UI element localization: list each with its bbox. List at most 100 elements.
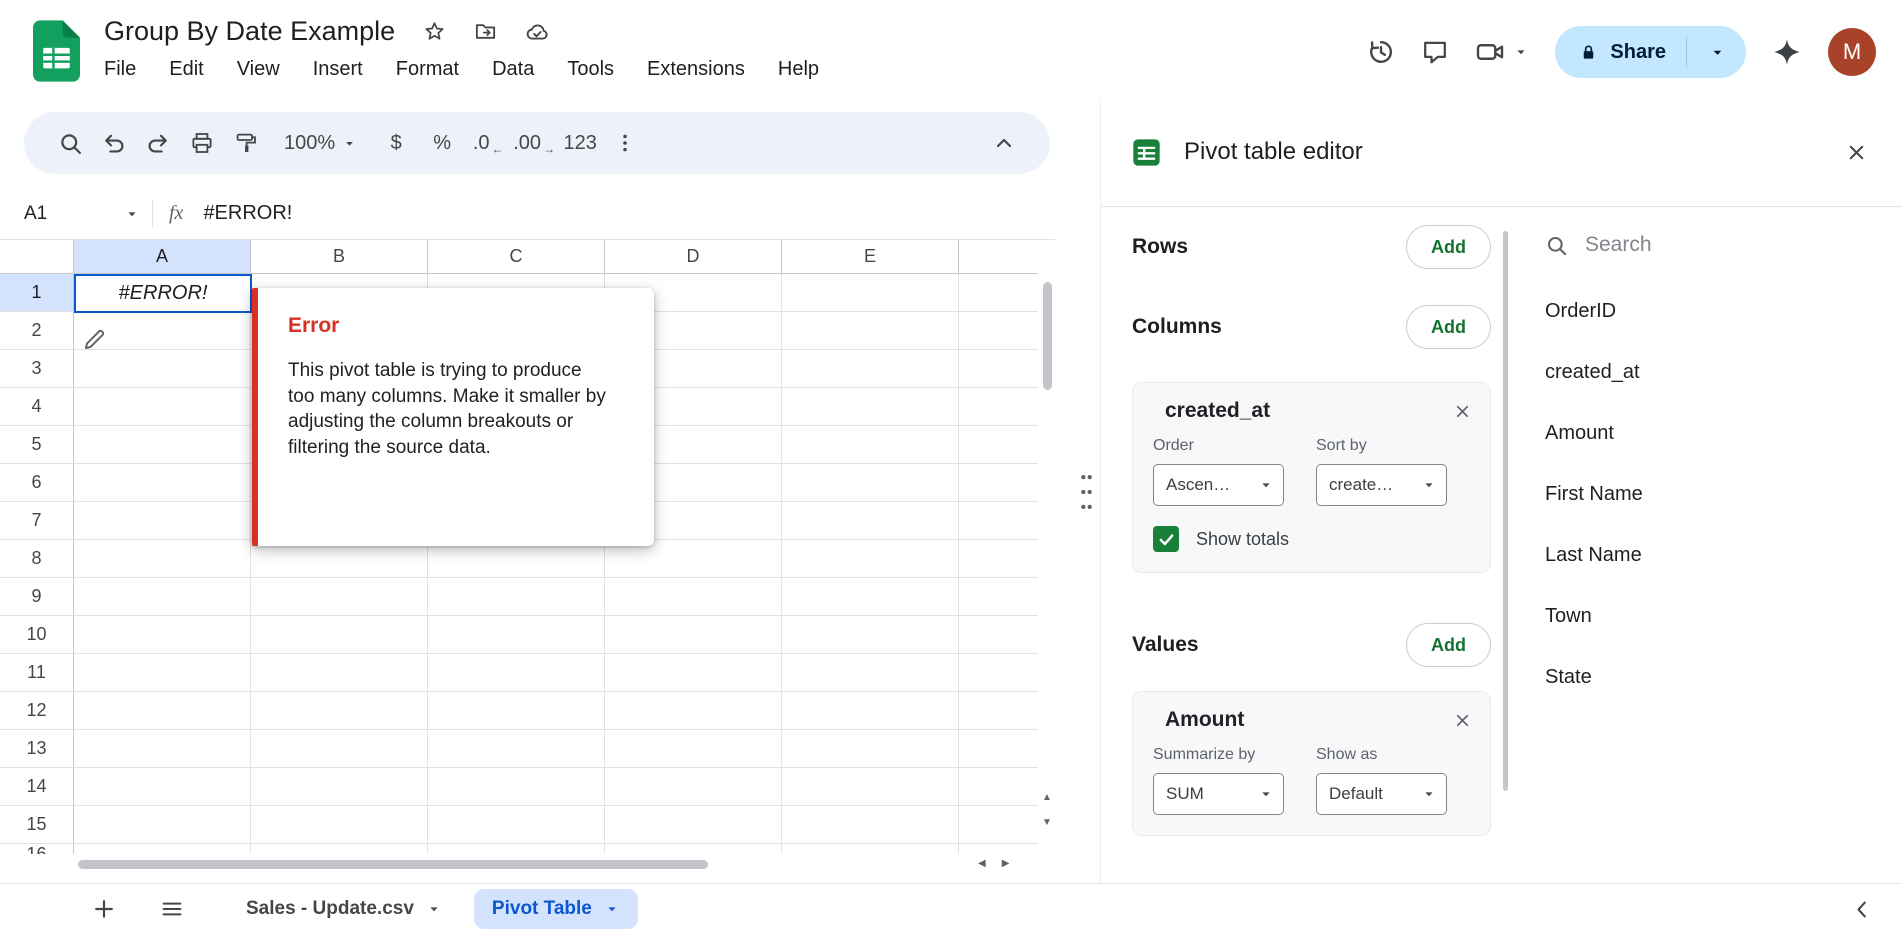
vertical-scrollbar-thumb[interactable]	[1043, 282, 1052, 390]
row-header-4[interactable]: 4	[0, 388, 74, 426]
move-folder-icon[interactable]	[474, 20, 497, 43]
sheets-logo-icon[interactable]	[33, 20, 80, 82]
field-created-at[interactable]: created_at	[1545, 342, 1902, 403]
show-totals-checkbox[interactable]: Show totals	[1151, 526, 1472, 552]
menu-help[interactable]: Help	[778, 58, 819, 81]
order-select[interactable]: Ascen…	[1153, 464, 1284, 506]
redo-button[interactable]	[136, 121, 180, 165]
star-icon[interactable]	[423, 20, 446, 43]
add-sheet-button[interactable]	[88, 893, 120, 925]
row-header-13[interactable]: 13	[0, 730, 74, 768]
field-amount[interactable]: Amount	[1545, 403, 1902, 464]
row-header-14[interactable]: 14	[0, 768, 74, 806]
sort-by-select[interactable]: create…	[1316, 464, 1447, 506]
show-as-select[interactable]: Default	[1316, 773, 1447, 815]
columns-card-close-button[interactable]	[1453, 402, 1472, 421]
plus-icon	[92, 897, 116, 921]
vertical-scrollbar[interactable]	[1039, 274, 1055, 789]
avatar[interactable]: M	[1828, 28, 1876, 76]
row-header-8[interactable]: 8	[0, 540, 74, 578]
gemini-button[interactable]	[1772, 37, 1802, 67]
rows-add-button[interactable]: Add	[1406, 225, 1491, 269]
scroll-up-icon[interactable]: ▲	[1042, 792, 1052, 803]
formula-input[interactable]: #ERROR!	[203, 202, 292, 225]
column-header-d[interactable]: D	[605, 240, 782, 274]
all-sheets-button[interactable]	[156, 893, 188, 925]
paint-format-button[interactable]	[224, 121, 268, 165]
row-header-3[interactable]: 3	[0, 350, 74, 388]
meet-video-button[interactable]	[1475, 37, 1529, 67]
tab-sales-update-csv-label: Sales - Update.csv	[246, 898, 414, 920]
tab-pivot-table[interactable]: Pivot Table	[474, 889, 638, 929]
share-button[interactable]: Share	[1555, 26, 1746, 78]
field-search-input[interactable]: Search	[1545, 233, 1902, 257]
row-header-12[interactable]: 12	[0, 692, 74, 730]
panel-scrollbar-thumb[interactable]	[1503, 231, 1508, 791]
share-dropdown-button[interactable]	[1699, 44, 1736, 61]
collapse-toolbar-button[interactable]	[982, 121, 1026, 165]
increase-decimal-button[interactable]: .00 →	[511, 121, 557, 165]
undo-button[interactable]	[92, 121, 136, 165]
menu-tools[interactable]: Tools	[567, 58, 614, 81]
comments-button[interactable]	[1421, 38, 1449, 66]
row-header-6[interactable]: 6	[0, 464, 74, 502]
tab-sales-update-csv[interactable]: Sales - Update.csv	[228, 889, 460, 929]
cell-reference-box[interactable]: A1	[0, 203, 152, 225]
menu-edit[interactable]: Edit	[169, 58, 203, 81]
panel-resize-handle[interactable]	[1078, 470, 1095, 514]
columns-section-label: Columns	[1132, 315, 1222, 339]
column-header-partial[interactable]	[959, 240, 1038, 274]
row-header-2[interactable]: 2	[0, 312, 74, 350]
menu-insert[interactable]: Insert	[313, 58, 363, 81]
menu-extensions[interactable]: Extensions	[647, 58, 745, 81]
currency-format-button[interactable]: $	[373, 121, 419, 165]
decrease-decimal-button[interactable]: .0 ←	[465, 121, 511, 165]
percent-format-button[interactable]: %	[419, 121, 465, 165]
row-header-11[interactable]: 11	[0, 654, 74, 692]
cells-canvas[interactable]: #ERROR! Error This pivot table is trying…	[74, 274, 1038, 854]
field-orderid[interactable]: OrderID	[1545, 281, 1902, 342]
number-format-button[interactable]: 123	[557, 121, 603, 165]
column-header-e[interactable]: E	[782, 240, 959, 274]
field-town[interactable]: Town	[1545, 586, 1902, 647]
menu-data[interactable]: Data	[492, 58, 534, 81]
scroll-down-icon[interactable]: ▼	[1042, 817, 1052, 828]
select-all-corner[interactable]	[0, 240, 74, 274]
field-last-name[interactable]: Last Name	[1545, 525, 1902, 586]
row-header-15[interactable]: 15	[0, 806, 74, 844]
row-header-1[interactable]: 1	[0, 274, 74, 312]
field-state[interactable]: State	[1545, 647, 1902, 708]
horizontal-scrollbar-thumb[interactable]	[78, 860, 708, 869]
zoom-control[interactable]: 100%	[274, 132, 367, 155]
field-first-name[interactable]: First Name	[1545, 464, 1902, 525]
menu-format[interactable]: Format	[396, 58, 459, 81]
horizontal-scrollbar[interactable]	[60, 856, 965, 872]
scroll-right-icon[interactable]: ▶	[1002, 858, 1010, 869]
column-header-c[interactable]: C	[428, 240, 605, 274]
menu-view[interactable]: View	[237, 58, 280, 81]
values-add-button[interactable]: Add	[1406, 623, 1491, 667]
cloud-status-icon[interactable]	[525, 20, 549, 44]
row-header-9[interactable]: 9	[0, 578, 74, 616]
more-options-button[interactable]	[603, 121, 647, 165]
values-card-close-button[interactable]	[1453, 711, 1472, 730]
row-header-10[interactable]: 10	[0, 616, 74, 654]
hide-panel-button[interactable]	[1851, 898, 1902, 921]
print-button[interactable]	[180, 121, 224, 165]
column-header-a[interactable]: A	[74, 240, 251, 274]
row-header-7[interactable]: 7	[0, 502, 74, 540]
active-cell-a1[interactable]: #ERROR!	[74, 274, 252, 313]
menu-file[interactable]: File	[104, 58, 136, 81]
more-vertical-icon	[614, 132, 636, 154]
columns-add-button[interactable]: Add	[1406, 305, 1491, 349]
toolbar-search-button[interactable]	[48, 121, 92, 165]
version-history-button[interactable]	[1367, 38, 1395, 66]
scroll-left-icon[interactable]: ◀	[978, 858, 986, 869]
column-header-b[interactable]: B	[251, 240, 428, 274]
panel-close-button[interactable]	[1845, 141, 1868, 164]
row-header-16[interactable]: 16	[0, 844, 74, 854]
summarize-by-select[interactable]: SUM	[1153, 773, 1284, 815]
document-title[interactable]: Group By Date Example	[104, 16, 395, 47]
panel-scrollbar[interactable]	[1500, 223, 1512, 803]
row-header-5[interactable]: 5	[0, 426, 74, 464]
